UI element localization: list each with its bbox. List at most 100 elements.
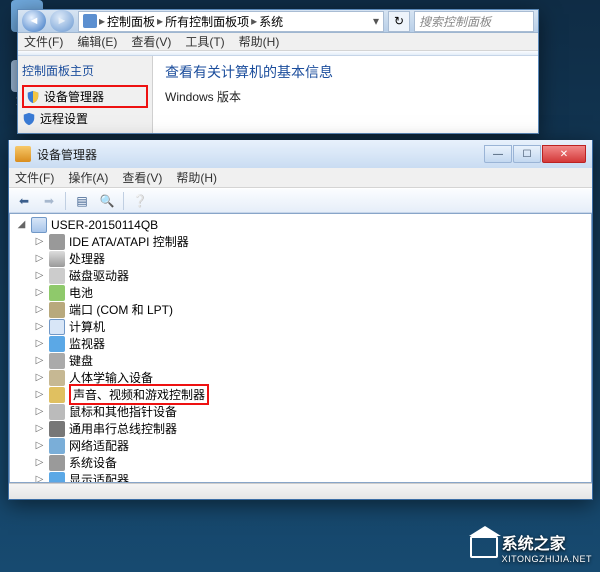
mouse-icon — [49, 404, 65, 420]
tree-root-label: USER-20150114QB — [51, 218, 158, 232]
menu-view[interactable]: 查看(V) — [131, 33, 171, 50]
tree-item-label: IDE ATA/ATAPI 控制器 — [69, 233, 189, 250]
tree-item-cpu[interactable]: ▷处理器 — [12, 250, 589, 267]
help-button[interactable]: ❔ — [129, 191, 151, 211]
search-input[interactable]: 搜索控制面板 — [414, 11, 534, 32]
titlebar[interactable]: ◄ ► ▸ 控制面板 ▸ 所有控制面板项 ▸ 系统 ▾ ↻ 搜索控制面板 — [18, 10, 538, 33]
right-panel: 查看有关计算机的基本信息 Windows 版本 — [153, 56, 538, 133]
forward-button[interactable]: ► — [50, 10, 74, 32]
menu-help[interactable]: 帮助(H) — [239, 33, 280, 50]
tree-item-port[interactable]: ▷ 端口 (COM 和 LPT) — [12, 301, 589, 318]
tree-item-bat[interactable]: ▷ 电池 — [12, 284, 589, 301]
expand-icon[interactable]: ▷ — [34, 270, 45, 281]
tree-item-usb[interactable]: ▷ 通用串行总线控制器 — [12, 420, 589, 437]
tree-item-label: 键盘 — [69, 352, 93, 369]
house-icon — [470, 536, 498, 558]
menu-help[interactable]: 帮助(H) — [176, 169, 217, 186]
breadcrumb[interactable]: ▸ 控制面板 ▸ 所有控制面板项 ▸ 系统 ▾ — [78, 11, 384, 32]
menu-file[interactable]: 文件(F) — [15, 169, 54, 186]
tree-root[interactable]: ◢ USER-20150114QB — [12, 216, 589, 233]
show-hidden-button[interactable]: ▤ — [71, 191, 93, 211]
tree-item-label: 端口 (COM 和 LPT) — [69, 301, 173, 318]
tree-item-pc[interactable]: ▷ 计算机 — [12, 318, 589, 335]
expand-icon[interactable]: ▷ — [34, 440, 45, 451]
content-area: 控制面板主页 设备管理器 远程设置 查看有关计算机的基本信息 Windows 版… — [18, 56, 538, 133]
titlebar[interactable]: 设备管理器 — ☐ ✕ — [9, 140, 592, 168]
hid-icon — [49, 370, 65, 386]
pc-icon — [49, 319, 65, 335]
maximize-button[interactable]: ☐ — [513, 145, 541, 163]
menu-edit[interactable]: 编辑(E) — [77, 33, 117, 50]
crumb-item[interactable]: 控制面板 — [107, 13, 155, 30]
kb-icon — [49, 353, 65, 369]
tree-item-kb[interactable]: ▷ 键盘 — [12, 352, 589, 369]
search-placeholder: 搜索控制面板 — [419, 13, 491, 30]
statusbar — [9, 483, 592, 499]
window-controls: — ☐ ✕ — [484, 145, 586, 163]
tree-item-label: 电池 — [69, 284, 93, 301]
collapse-icon[interactable]: ◢ — [16, 219, 27, 230]
close-button[interactable]: ✕ — [542, 145, 586, 163]
expand-icon[interactable]: ▷ — [34, 321, 45, 332]
snd-icon — [49, 387, 65, 403]
expand-icon[interactable]: ▷ — [34, 457, 45, 468]
tree-item-sys[interactable]: ▷系统设备 — [12, 454, 589, 471]
crumb-item[interactable]: 系统 — [259, 13, 283, 30]
link-device-manager[interactable]: 设备管理器 — [22, 85, 148, 108]
link-remote-settings[interactable]: 远程设置 — [22, 108, 148, 129]
watermark-brand: 系统之家 — [502, 530, 592, 554]
menu-file[interactable]: 文件(F) — [24, 33, 63, 50]
menubar: 文件(F) 操作(A) 查看(V) 帮助(H) — [9, 168, 592, 188]
tree-item-disk[interactable]: ▷磁盘驱动器 — [12, 267, 589, 284]
menu-tools[interactable]: 工具(T) — [185, 33, 224, 50]
usb-icon — [49, 421, 65, 437]
device-tree[interactable]: ◢ USER-20150114QB ▷ IDE ATA/ATAPI 控制器▷处理器… — [9, 213, 592, 483]
shield-icon — [26, 90, 40, 104]
tree-item-label: 声音、视频和游戏控制器 — [69, 384, 209, 405]
system-icon — [83, 14, 97, 28]
expand-icon[interactable]: ▷ — [34, 406, 45, 417]
watermark-url: XITONGZHIJIA.NET — [502, 554, 592, 564]
expand-icon[interactable]: ▷ — [34, 389, 45, 400]
link-label: 设备管理器 — [44, 88, 104, 105]
page-heading: 查看有关计算机的基本信息 — [165, 62, 526, 82]
expand-icon[interactable]: ▷ — [34, 253, 45, 264]
tree-item-mouse[interactable]: ▷鼠标和其他指针设备 — [12, 403, 589, 420]
tree-item-mon[interactable]: ▷监视器 — [12, 335, 589, 352]
tree-item-ide[interactable]: ▷ IDE ATA/ATAPI 控制器 — [12, 233, 589, 250]
tree-item-label: 通用串行总线控制器 — [69, 420, 177, 437]
refresh-button[interactable]: ↻ — [388, 11, 410, 32]
expand-icon[interactable]: ▷ — [34, 423, 45, 434]
shield-icon — [22, 112, 36, 126]
left-panel: 控制面板主页 设备管理器 远程设置 — [18, 56, 153, 133]
tree-item-label: 计算机 — [69, 318, 105, 335]
control-panel-window: ◄ ► ▸ 控制面板 ▸ 所有控制面板项 ▸ 系统 ▾ ↻ 搜索控制面板 文件(… — [17, 9, 539, 134]
left-panel-title: 控制面板主页 — [22, 62, 148, 79]
tree-item-label: 显示适配器 — [69, 471, 129, 483]
crumb-item[interactable]: 所有控制面板项 — [165, 13, 249, 30]
expand-icon[interactable]: ▷ — [34, 304, 45, 315]
scan-button[interactable]: 🔍 — [96, 191, 118, 211]
forward-button: ➡ — [38, 191, 60, 211]
menu-view[interactable]: 查看(V) — [122, 169, 162, 186]
minimize-button[interactable]: — — [484, 145, 512, 163]
devmgr-icon — [15, 146, 31, 162]
tree-item-label: 网络适配器 — [69, 437, 129, 454]
expand-icon[interactable]: ▷ — [34, 474, 45, 483]
computer-icon — [31, 217, 47, 233]
link-label: 远程设置 — [40, 110, 88, 127]
tree-item-disp[interactable]: ▷ 显示适配器 — [12, 471, 589, 483]
cpu-icon — [49, 251, 65, 267]
disk-icon — [49, 268, 65, 284]
expand-icon[interactable]: ▷ — [34, 372, 45, 383]
expand-icon[interactable]: ▷ — [34, 355, 45, 366]
tree-item-snd[interactable]: ▷ 声音、视频和游戏控制器 — [12, 386, 589, 403]
menu-action[interactable]: 操作(A) — [68, 169, 108, 186]
expand-icon[interactable]: ▷ — [34, 338, 45, 349]
watermark: 系统之家 XITONGZHIJIA.NET — [470, 530, 592, 564]
back-button[interactable]: ◄ — [22, 10, 46, 32]
expand-icon[interactable]: ▷ — [34, 287, 45, 298]
back-button[interactable]: ⬅ — [13, 191, 35, 211]
expand-icon[interactable]: ▷ — [34, 236, 45, 247]
tree-item-net[interactable]: ▷ 网络适配器 — [12, 437, 589, 454]
